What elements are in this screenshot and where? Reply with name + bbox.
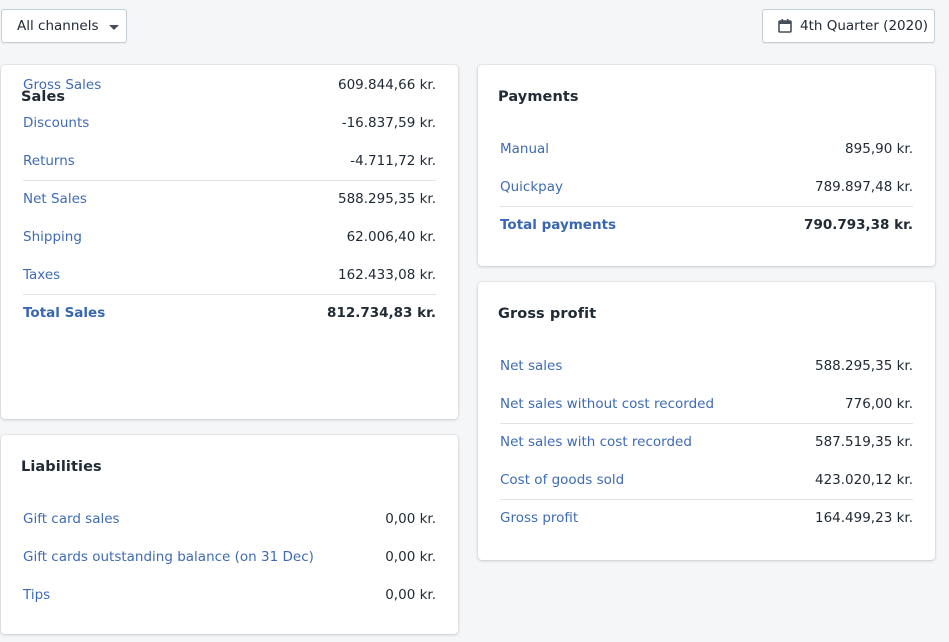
gross-profit-rows: Net sales 588.295,35 kr. Net sales witho… [500,347,913,537]
cost-of-goods-sold-link[interactable]: Cost of goods sold [500,472,624,488]
liabilities-row-tips: Tips 0,00 kr. [23,576,436,614]
tips-link[interactable]: Tips [23,587,50,603]
net-sales-without-cost-link[interactable]: Net sales without cost recorded [500,396,714,412]
gross-profit-value: 164.499,23 kr. [814,510,913,526]
net-sales-value: 588.295,35 kr. [337,191,436,207]
channel-select-label: All channels [17,18,99,34]
net-sales-with-cost-link[interactable]: Net sales with cost recorded [500,434,692,450]
tips-value: 0,00 kr. [385,587,436,603]
payments-row-manual: Manual 895,90 kr. [500,130,913,168]
gp-net-sales-value: 588.295,35 kr. [814,358,913,374]
manual-link[interactable]: Manual [500,141,549,157]
returns-link[interactable]: Returns [23,153,75,169]
sales-row-total-sales: Total Sales 812.734,83 kr. [23,294,436,332]
net-sales-without-cost-value: 776,00 kr. [845,396,913,412]
liabilities-card: Liabilities Gift card sales 0,00 kr. Gif… [1,435,458,634]
manual-value: 895,90 kr. [845,141,913,157]
date-range-button[interactable]: 4th Quarter (2020) [762,9,935,43]
gross-profit-title: Gross profit [498,306,597,322]
sales-card: Sales Gross Sales 609.844,66 kr. Discoun… [1,65,458,419]
calendar-icon [778,19,792,33]
sales-row-discounts: Discounts -16.837,59 kr. [23,104,436,142]
gross-profit-row-without-cost: Net sales without cost recorded 776,00 k… [500,385,913,423]
gross-profit-row-net-sales: Net sales 588.295,35 kr. [500,347,913,385]
gross-profit-card: Gross profit Net sales 588.295,35 kr. Ne… [478,282,935,560]
sales-row-net-sales: Net Sales 588.295,35 kr. [23,180,436,218]
cost-of-goods-sold-value: 423.020,12 kr. [814,472,913,488]
gift-cards-outstanding-value: 0,00 kr. [385,549,436,565]
total-sales-link[interactable]: Total Sales [23,305,105,321]
channel-select[interactable]: All channels [1,9,127,43]
liabilities-rows: Gift card sales 0,00 kr. Gift cards outs… [23,500,436,614]
sales-row-gross-sales: Gross Sales 609.844,66 kr. [23,66,436,104]
net-sales-link[interactable]: Net Sales [23,191,87,207]
sales-row-shipping: Shipping 62.006,40 kr. [23,218,436,256]
total-payments-link[interactable]: Total payments [500,217,616,233]
sales-row-returns: Returns -4.711,72 kr. [23,142,436,180]
sales-rows: Gross Sales 609.844,66 kr. Discounts -16… [23,66,436,332]
gross-profit-link[interactable]: Gross profit [500,510,578,526]
total-payments-value: 790.793,38 kr. [804,217,913,233]
sales-row-taxes: Taxes 162.433,08 kr. [23,256,436,294]
net-sales-with-cost-value: 587.519,35 kr. [814,434,913,450]
date-range-label: 4th Quarter (2020) [800,18,929,34]
gift-card-sales-link[interactable]: Gift card sales [23,511,120,527]
shipping-link[interactable]: Shipping [23,229,82,245]
shipping-value: 62.006,40 kr. [346,229,436,245]
gp-net-sales-link[interactable]: Net sales [500,358,562,374]
payments-row-total: Total payments 790.793,38 kr. [500,206,913,244]
returns-value: -4.711,72 kr. [350,153,436,169]
payments-rows: Manual 895,90 kr. Quickpay 789.897,48 kr… [500,130,913,244]
quickpay-link[interactable]: Quickpay [500,179,563,195]
taxes-value: 162.433,08 kr. [337,267,436,283]
gross-sales-value: 609.844,66 kr. [337,77,436,93]
gross-profit-row-with-cost: Net sales with cost recorded 587.519,35 … [500,423,913,461]
gift-card-sales-value: 0,00 kr. [385,511,436,527]
liabilities-row-gift-card-sales: Gift card sales 0,00 kr. [23,500,436,538]
quickpay-value: 789.897,48 kr. [814,179,913,195]
discounts-link[interactable]: Discounts [23,115,89,131]
payments-card: Payments Manual 895,90 kr. Quickpay 789.… [478,65,935,266]
taxes-link[interactable]: Taxes [23,267,60,283]
caret-down-icon [109,24,120,30]
gift-cards-outstanding-link[interactable]: Gift cards outstanding balance (on 31 De… [23,549,314,565]
discounts-value: -16.837,59 kr. [341,115,436,131]
payments-row-quickpay: Quickpay 789.897,48 kr. [500,168,913,206]
liabilities-title: Liabilities [21,459,102,475]
payments-title: Payments [498,89,579,105]
gross-sales-link[interactable]: Gross Sales [23,77,101,93]
gross-profit-row-cogs: Cost of goods sold 423.020,12 kr. [500,461,913,499]
gross-profit-row-gross-profit: Gross profit 164.499,23 kr. [500,499,913,537]
total-sales-value: 812.734,83 kr. [327,305,436,321]
liabilities-row-gift-cards-outstanding: Gift cards outstanding balance (on 31 De… [23,538,436,576]
